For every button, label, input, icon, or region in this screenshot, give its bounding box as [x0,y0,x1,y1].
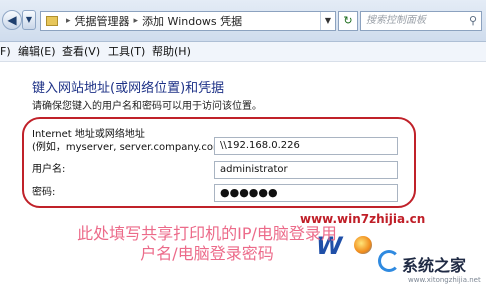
folder-icon [46,16,58,26]
address-field[interactable]: \\192.168.0.226 [214,137,398,155]
address-label-line2: (例如，myserver, server.company.com): [32,142,230,153]
annotation-caption: 此处填写共享打印机的IP/电脑登录用户名/电脑登录密码 [77,224,337,263]
chevron-down-icon: ▼ [25,15,33,24]
password-label: 密码: [32,187,56,198]
back-button[interactable]: ◀ [2,10,22,30]
breadcrumb-item-credential-manager[interactable]: 凭据管理器 [75,13,130,29]
menu-file[interactable]: F) [0,42,11,61]
recent-pages-button[interactable]: ▼ [22,10,36,30]
address-label: Internet 地址或网络地址 (例如，myserver, server.co… [32,128,230,154]
username-label: 用户名: [32,164,66,175]
watermark-small-url: www.xitongzhijia.net [408,276,481,284]
username-field[interactable]: administrator [214,161,398,179]
refresh-icon: ↻ [343,14,353,27]
menu-help[interactable]: 帮助(H) [152,42,191,61]
back-arrow-icon: ◀ [7,13,17,27]
breadcrumb[interactable]: ▸ 凭据管理器 ▸ 添加 Windows 凭据 ▼ [40,11,336,31]
site-logo-icon [378,250,400,272]
breadcrumb-item-add-credential[interactable]: 添加 Windows 凭据 [142,13,242,29]
page-description: 请确保您键入的用户名和密码可以用于访问该位置。 [32,101,262,112]
breadcrumb-separator-icon: ▸ [66,16,71,26]
menu-tools[interactable]: 工具(T) [108,42,145,61]
menu-bar: F) 编辑(E) 查看(V) 工具(T) 帮助(H) [0,42,486,62]
menu-edit[interactable]: 编辑(E) [18,42,56,61]
page-title: 键入网站地址(或网络位置)和凭据 [32,81,225,96]
password-field[interactable]: ●●●●●● [214,184,398,202]
search-icon[interactable]: ⚲ [469,12,477,30]
search-input[interactable]: 搜索控制面板 ⚲ [360,11,482,31]
address-dropdown-icon[interactable]: ▼ [320,12,335,30]
watermark-site-name: 系统之家 [402,256,467,275]
refresh-button[interactable]: ↻ [338,11,358,31]
breadcrumb-separator-icon: ▸ [133,16,139,26]
menu-view[interactable]: 查看(V) [62,42,100,61]
search-placeholder: 搜索控制面板 [366,15,426,26]
address-label-line1: Internet 地址或网络地址 [32,129,145,140]
windows-orb-icon [354,236,372,254]
address-bar: ◀ ▼ ▸ 凭据管理器 ▸ 添加 Windows 凭据 ▼ ↻ 搜索控制面板 ⚲ [0,0,486,42]
